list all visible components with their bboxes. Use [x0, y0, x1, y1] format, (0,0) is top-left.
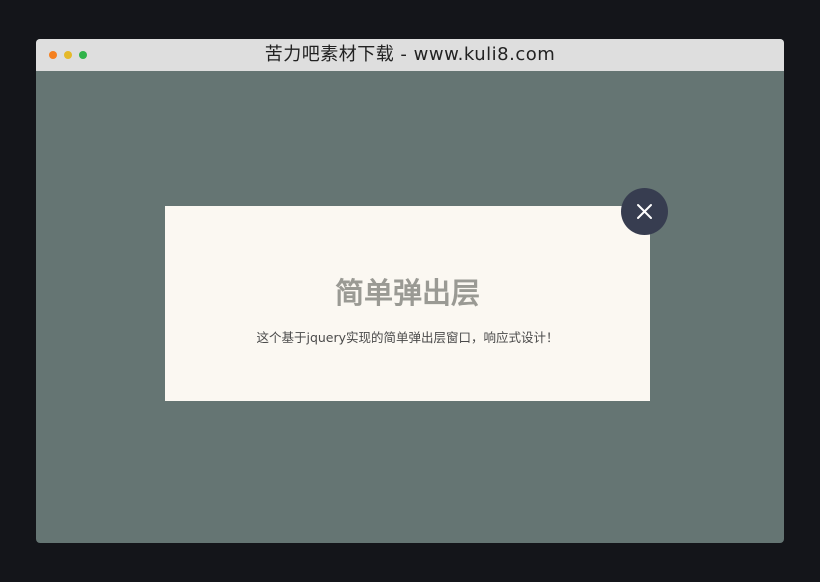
close-icon — [637, 204, 652, 219]
window-title: 苦力吧素材下载 - www.kuli8.com — [264, 44, 556, 65]
popup-modal: 简单弹出层 这个基于jquery实现的简单弹出层窗口，响应式设计！ — [165, 206, 650, 401]
browser-window: 苦力吧素材下载 - www.kuli8.com 简单弹出层 这个基于jquery… — [36, 39, 784, 543]
modal-close-button[interactable] — [621, 188, 668, 235]
page-content: 简单弹出层 这个基于jquery实现的简单弹出层窗口，响应式设计！ — [36, 71, 784, 543]
title-bar: 苦力吧素材下载 - www.kuli8.com — [36, 39, 784, 71]
modal-title: 简单弹出层 — [334, 276, 480, 310]
modal-description: 这个基于jquery实现的简单弹出层窗口，响应式设计！ — [256, 330, 559, 345]
